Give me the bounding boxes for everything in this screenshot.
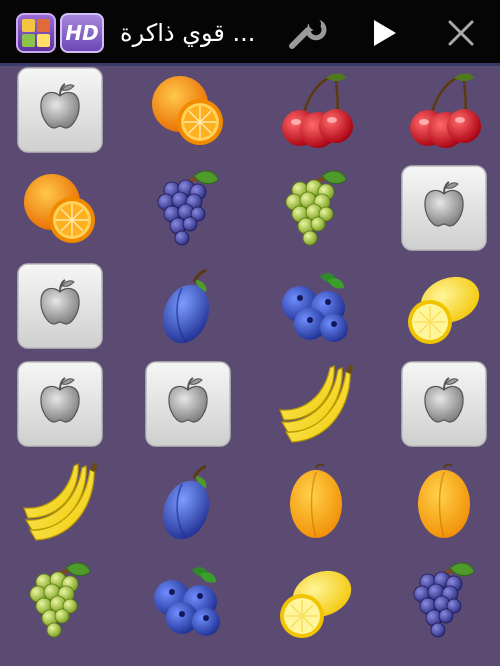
orange-icon — [23, 173, 96, 244]
app-logo-icon — [16, 13, 56, 53]
card-facedown[interactable] — [0, 262, 128, 360]
apple-icon — [17, 263, 103, 349]
play-button[interactable] — [362, 10, 408, 56]
plum-icon — [153, 464, 219, 548]
apple-icon — [145, 361, 231, 447]
card-banana[interactable] — [0, 458, 128, 556]
card-green-grapes[interactable] — [256, 164, 384, 262]
card-facedown[interactable] — [0, 360, 128, 458]
banana-icon — [23, 461, 99, 541]
card-apricot[interactable] — [384, 458, 500, 556]
card-lemon[interactable] — [384, 262, 500, 360]
lemon-icon — [279, 562, 359, 639]
card-blueberries[interactable] — [128, 556, 256, 654]
close-button[interactable] — [438, 10, 484, 56]
card-cherry[interactable] — [384, 66, 500, 164]
cherry-icon — [408, 72, 483, 150]
apple-icon — [17, 67, 103, 153]
green-grapes-icon — [284, 169, 348, 247]
green-grapes-icon — [28, 561, 92, 639]
plum-icon — [153, 268, 219, 352]
lemon-icon — [407, 268, 487, 345]
card-facedown[interactable] — [384, 164, 500, 262]
apricot-icon — [289, 463, 343, 539]
close-icon — [448, 20, 474, 46]
card-lemon[interactable] — [256, 556, 384, 654]
card-apricot[interactable] — [256, 458, 384, 556]
card-facedown[interactable] — [384, 360, 500, 458]
card-green-grapes[interactable] — [0, 556, 128, 654]
card-blueberries[interactable] — [256, 262, 384, 360]
app-title: قوي ذاكرة ... — [120, 19, 256, 47]
cherry-icon — [280, 72, 355, 150]
card-orange[interactable] — [0, 164, 128, 262]
banana-icon — [279, 363, 355, 443]
play-icon — [374, 20, 396, 46]
blue-grapes-icon — [156, 169, 220, 247]
blue-grapes-icon — [412, 561, 476, 639]
settings-button[interactable] — [282, 10, 328, 56]
card-facedown[interactable] — [128, 360, 256, 458]
apricot-icon — [417, 463, 471, 539]
blueberries-icon — [282, 273, 348, 342]
game-board — [0, 66, 500, 666]
card-plum[interactable] — [128, 262, 256, 360]
card-banana[interactable] — [256, 360, 384, 458]
apple-icon — [17, 361, 103, 447]
card-cherry[interactable] — [256, 66, 384, 164]
top-toolbar: HD قوي ذاكرة ... — [0, 0, 500, 66]
orange-icon — [151, 75, 224, 146]
card-orange[interactable] — [128, 66, 256, 164]
blueberries-icon — [154, 567, 220, 636]
card-plum[interactable] — [128, 458, 256, 556]
card-facedown[interactable] — [0, 66, 128, 164]
apple-icon — [401, 165, 487, 251]
card-blue-grapes[interactable] — [128, 164, 256, 262]
card-blue-grapes[interactable] — [384, 556, 500, 654]
wrench-icon — [289, 18, 327, 49]
apple-icon — [401, 361, 487, 447]
hd-badge: HD — [60, 13, 104, 53]
